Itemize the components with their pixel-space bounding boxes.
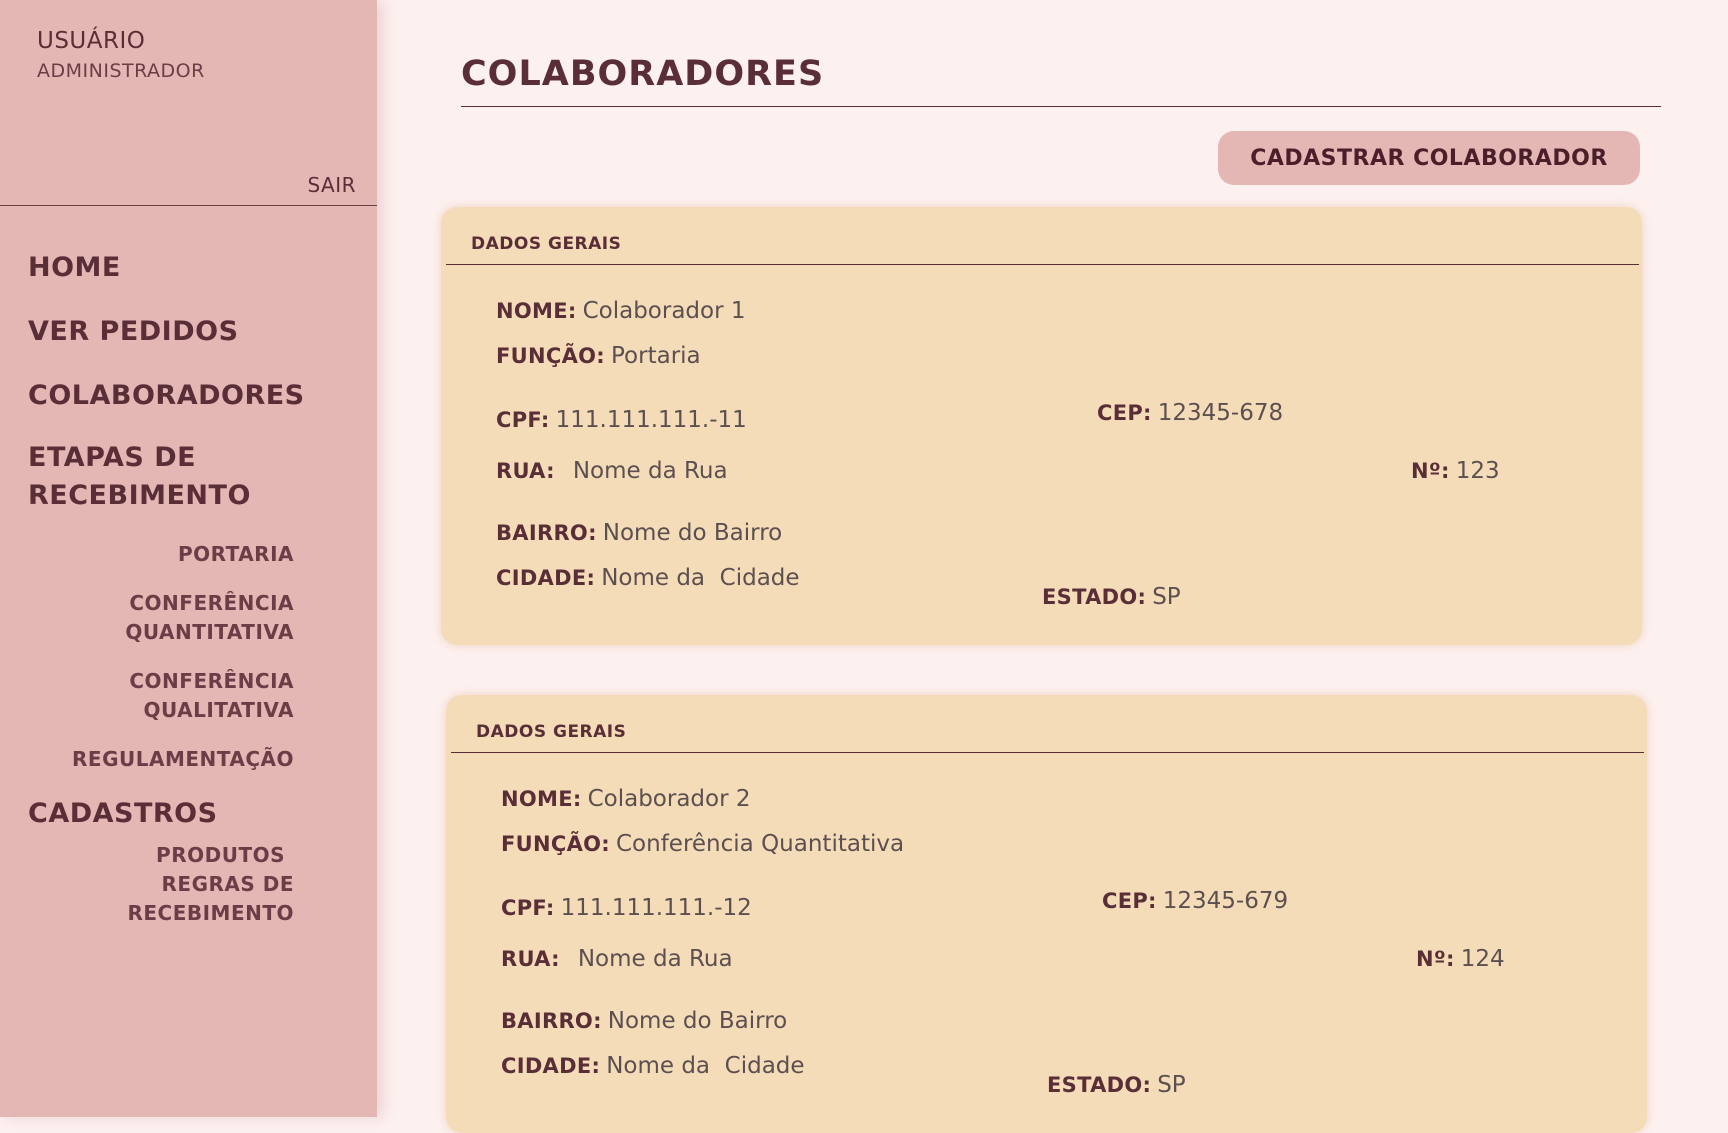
street-field: RUA: Nome da Rua	[496, 458, 728, 484]
sidebar: USUÁRIO ADMINISTRADOR SAIR HOME VER PEDI…	[0, 0, 377, 1117]
nav-receiving-stages-line2: RECEBIMENTO	[28, 480, 251, 511]
number-field: Nº: 124	[1416, 946, 1505, 972]
name-label: NOME:	[496, 299, 577, 323]
nav-gate[interactable]: PORTARIA	[178, 540, 294, 569]
state-field: ESTADO: SP	[1047, 1072, 1186, 1098]
nav-receiving-rules-line2: RECEBIMENTO	[127, 901, 294, 925]
card-section-title: DADOS GERAIS	[471, 234, 622, 254]
card-divider	[446, 264, 1639, 265]
city-value: Nome da Cidade	[601, 565, 800, 591]
cep-value: 12345-679	[1162, 888, 1289, 914]
nav-regulation[interactable]: REGULAMENTAÇÃO	[72, 745, 294, 774]
state-field: ESTADO: SP	[1042, 584, 1181, 610]
number-label: Nº:	[1411, 459, 1450, 483]
nav-home[interactable]: HOME	[28, 249, 121, 287]
cep-field: CEP: 12345-679	[1102, 888, 1288, 914]
cpf-value: 111.111.111.-12	[560, 895, 752, 921]
nav-receiving-rules[interactable]: REGRAS DE RECEBIMENTO	[127, 870, 294, 928]
district-label: BAIRRO:	[496, 521, 597, 545]
district-value: Nome do Bairro	[607, 1008, 788, 1034]
name-value: Colaborador 1	[582, 298, 746, 324]
nav-receiving-stages-line1: ETAPAS DE	[28, 442, 197, 473]
card-section-title: DADOS GERAIS	[476, 722, 627, 742]
district-value: Nome do Bairro	[602, 520, 783, 546]
state-value: SP	[1157, 1072, 1186, 1098]
name-label: NOME:	[501, 787, 582, 811]
nav-quantitative-line2: QUANTITATIVA	[125, 620, 294, 644]
role-value: Conferência Quantitativa	[616, 831, 905, 857]
add-employee-button[interactable]: CADASTRAR COLABORADOR	[1218, 131, 1640, 185]
user-info: USUÁRIO ADMINISTRADOR	[37, 28, 205, 82]
nav-orders[interactable]: VER PEDIDOS	[28, 313, 239, 351]
employee-card: DADOS GERAIS NOME: Colaborador 2 FUNÇÃO: C…	[446, 695, 1647, 1133]
cep-label: CEP:	[1097, 401, 1152, 425]
cpf-field: CPF: 111.111.111.-11	[496, 407, 747, 433]
city-label: CIDADE:	[501, 1054, 601, 1078]
city-field: CIDADE: Nome da Cidade	[501, 1053, 805, 1079]
number-label: Nº:	[1416, 947, 1455, 971]
nav-quantitative-line1: CONFERÊNCIA	[129, 591, 294, 615]
role-value: Portaria	[611, 343, 701, 369]
cep-label: CEP:	[1102, 889, 1157, 913]
district-label: BAIRRO:	[501, 1009, 602, 1033]
nav-qualitative-line2: QUALITATIVA	[143, 698, 294, 722]
cpf-field: CPF: 111.111.111.-12	[501, 895, 752, 921]
city-field: CIDADE: Nome da Cidade	[496, 565, 800, 591]
street-label: RUA:	[496, 459, 555, 483]
nav-qualitative-line1: CONFERÊNCIA	[129, 669, 294, 693]
name-field: NOME: Colaborador 2	[501, 786, 751, 812]
district-field: BAIRRO: Nome do Bairro	[501, 1008, 787, 1034]
cpf-label: CPF:	[501, 896, 555, 920]
street-value: Nome da Rua	[577, 946, 733, 972]
nav-receiving-rules-line1: REGRAS DE	[161, 872, 294, 896]
name-value: Colaborador 2	[587, 786, 751, 812]
role-label: FUNÇÃO:	[496, 344, 605, 368]
page-title: COLABORADORES	[461, 54, 825, 94]
street-label: RUA:	[501, 947, 560, 971]
number-value: 124	[1460, 946, 1505, 972]
employee-card: DADOS GERAIS NOME: Colaborador 1 FUNÇÃO: P…	[441, 207, 1642, 645]
number-field: Nº: 123	[1411, 458, 1500, 484]
city-value: Nome da Cidade	[606, 1053, 805, 1079]
role-field: FUNÇÃO: Portaria	[496, 343, 701, 369]
state-value: SP	[1152, 584, 1181, 610]
state-label: ESTADO:	[1042, 585, 1147, 609]
street-value: Nome da Rua	[572, 458, 728, 484]
nav-products[interactable]: PRODUTOS	[156, 841, 285, 870]
nav-receiving-stages[interactable]: ETAPAS DE RECEBIMENTO	[28, 439, 251, 515]
district-field: BAIRRO: Nome do Bairro	[496, 520, 782, 546]
city-label: CIDADE:	[496, 566, 596, 590]
user-title: USUÁRIO	[37, 28, 146, 54]
cep-value: 12345-678	[1157, 400, 1284, 426]
nav-employees[interactable]: COLABORADORES	[28, 377, 305, 415]
card-divider	[451, 752, 1644, 753]
role-label: FUNÇÃO:	[501, 832, 610, 856]
user-role: ADMINISTRADOR	[37, 60, 205, 82]
nav-quantitative-check[interactable]: CONFERÊNCIA QUANTITATIVA	[125, 589, 294, 647]
cep-field: CEP: 12345-678	[1097, 400, 1283, 426]
cpf-label: CPF:	[496, 408, 550, 432]
cpf-value: 111.111.111.-11	[555, 407, 747, 433]
number-value: 123	[1455, 458, 1500, 484]
nav-qualitative-check[interactable]: CONFERÊNCIA QUALITATIVA	[129, 667, 294, 725]
street-field: RUA: Nome da Rua	[501, 946, 733, 972]
sidebar-divider	[0, 205, 377, 206]
role-field: FUNÇÃO: Conferência Quantitativa	[501, 831, 904, 857]
state-label: ESTADO:	[1047, 1073, 1152, 1097]
name-field: NOME: Colaborador 1	[496, 298, 746, 324]
nav-registrations[interactable]: CADASTROS	[28, 795, 218, 833]
title-divider	[461, 106, 1661, 107]
logout-link[interactable]: SAIR	[307, 173, 356, 197]
